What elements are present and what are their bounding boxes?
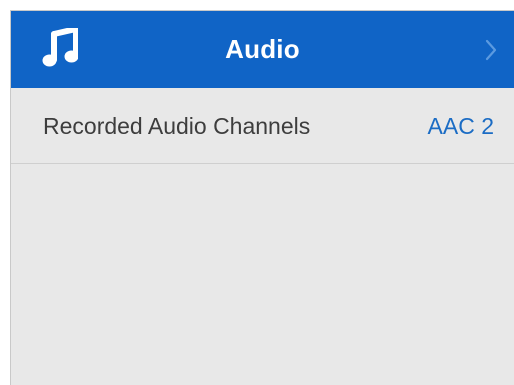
setting-value[interactable]: AAC 2 [428,88,494,164]
audio-settings-panel: Audio Recorded Audio Channels AAC 2 [10,10,514,385]
setting-label: Recorded Audio Channels [43,113,311,139]
chevron-right-icon[interactable] [484,38,498,62]
setting-row-recorded-audio-channels[interactable]: Recorded Audio Channels AAC 2 [11,88,514,164]
page-title: Audio [225,34,300,64]
audio-header[interactable]: Audio [11,11,514,88]
